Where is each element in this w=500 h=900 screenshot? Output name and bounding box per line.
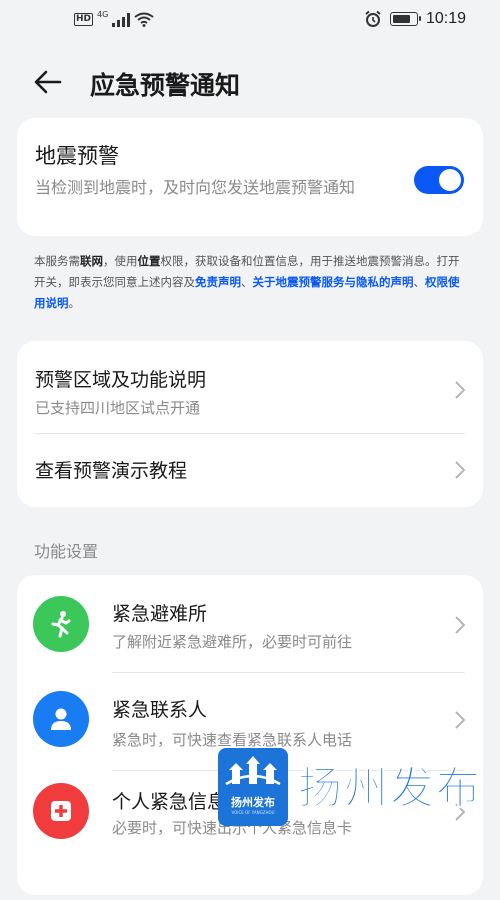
status-right: 10:19: [364, 10, 466, 28]
watermark-logo-subtext: VOICE OF YANGZHOU: [231, 810, 275, 815]
earthquake-warning-toggle[interactable]: [414, 166, 464, 194]
earthquake-warning-description: 当检测到地震时，及时向您发送地震预警通知: [35, 178, 356, 197]
privacy-statement-link[interactable]: 关于地震预警服务与隐私的声明: [253, 275, 414, 289]
arrow-left-icon: [34, 70, 62, 94]
row-title: 查看预警演示教程: [35, 460, 188, 482]
info-card: 预警区域及功能说明 已支持四川地区试点开通 查看预警演示教程: [17, 341, 483, 507]
network-type: 4G: [97, 10, 109, 19]
building-icon: [225, 756, 281, 786]
status-time: 10:19: [425, 10, 466, 27]
warning-area-row[interactable]: 预警区域及功能说明 已支持四川地区试点开通: [17, 341, 483, 433]
emergency-shelter-row[interactable]: 紧急避难所 了解附近紧急避难所，必要时可前往: [17, 575, 483, 672]
back-button[interactable]: [30, 66, 66, 98]
watermark-logo-text: 扬州发布: [231, 796, 275, 809]
watermark-text: 扬州发布: [298, 763, 482, 815]
toggle-knob: [439, 169, 461, 191]
earthquake-warning-title: 地震预警: [35, 144, 119, 168]
function-settings-card: 紧急避难所 了解附近紧急避难所，必要时可前往 紧急联系人 紧急时，可快速查看紧急…: [17, 575, 483, 895]
running-person-icon: [33, 596, 89, 652]
disclaimer-link[interactable]: 免责声明: [195, 275, 241, 289]
chevron-right-icon: [455, 616, 465, 634]
row-subtitle: 已支持四川地区试点开通: [35, 399, 201, 417]
row-title: 个人紧急信息: [112, 791, 227, 813]
chevron-right-icon: [455, 711, 465, 729]
row-subtitle: 紧急时，可快速查看紧急联系人电话: [112, 731, 353, 749]
row-title: 紧急避难所: [112, 603, 208, 625]
row-subtitle: 了解附近紧急避难所，必要时可前往: [112, 633, 353, 651]
battery-icon: [389, 12, 421, 26]
disclaimer-part: 本服务需: [34, 254, 80, 268]
signal-icon: [112, 12, 131, 27]
medical-cross-icon: [33, 783, 89, 839]
section-label: 功能设置: [34, 542, 99, 561]
earthquake-warning-card: 地震预警 当检测到地震时，及时向您发送地震预警通知: [17, 118, 483, 236]
watermark-logo: 扬州发布 VOICE OF YANGZHOU: [218, 748, 288, 826]
disclaimer-separator: 、: [241, 275, 253, 289]
status-left: HD 4G: [74, 10, 154, 27]
disclaimer-text: 本服务需联网，使用位置权限，获取设备和位置信息，用于推送地震预警消息。打开开关，…: [34, 251, 470, 314]
watermark: 扬州发布 VOICE OF YANGZHOU 扬州发布: [218, 748, 490, 826]
page-title: 应急预警通知: [90, 71, 241, 100]
header: 应急预警通知: [0, 56, 500, 108]
hd-badge: HD: [74, 13, 94, 26]
row-title: 预警区域及功能说明: [35, 369, 207, 391]
alarm-icon: [365, 10, 381, 27]
disclaimer-part: ，使用: [103, 254, 138, 268]
status-bar: HD 4G 10:19: [0, 0, 500, 40]
row-title: 紧急联系人: [112, 699, 208, 721]
wifi-icon: [134, 12, 154, 27]
disclaimer-bold-network: 联网: [80, 254, 103, 268]
chevron-right-icon: [455, 461, 465, 479]
disclaimer-bold-location: 位置: [137, 254, 161, 268]
disclaimer-part: 。: [68, 296, 81, 310]
chevron-right-icon: [455, 381, 465, 399]
demo-tutorial-row[interactable]: 查看预警演示教程: [17, 434, 483, 507]
disclaimer-separator: 、: [413, 275, 426, 289]
contact-person-icon: [33, 691, 89, 747]
